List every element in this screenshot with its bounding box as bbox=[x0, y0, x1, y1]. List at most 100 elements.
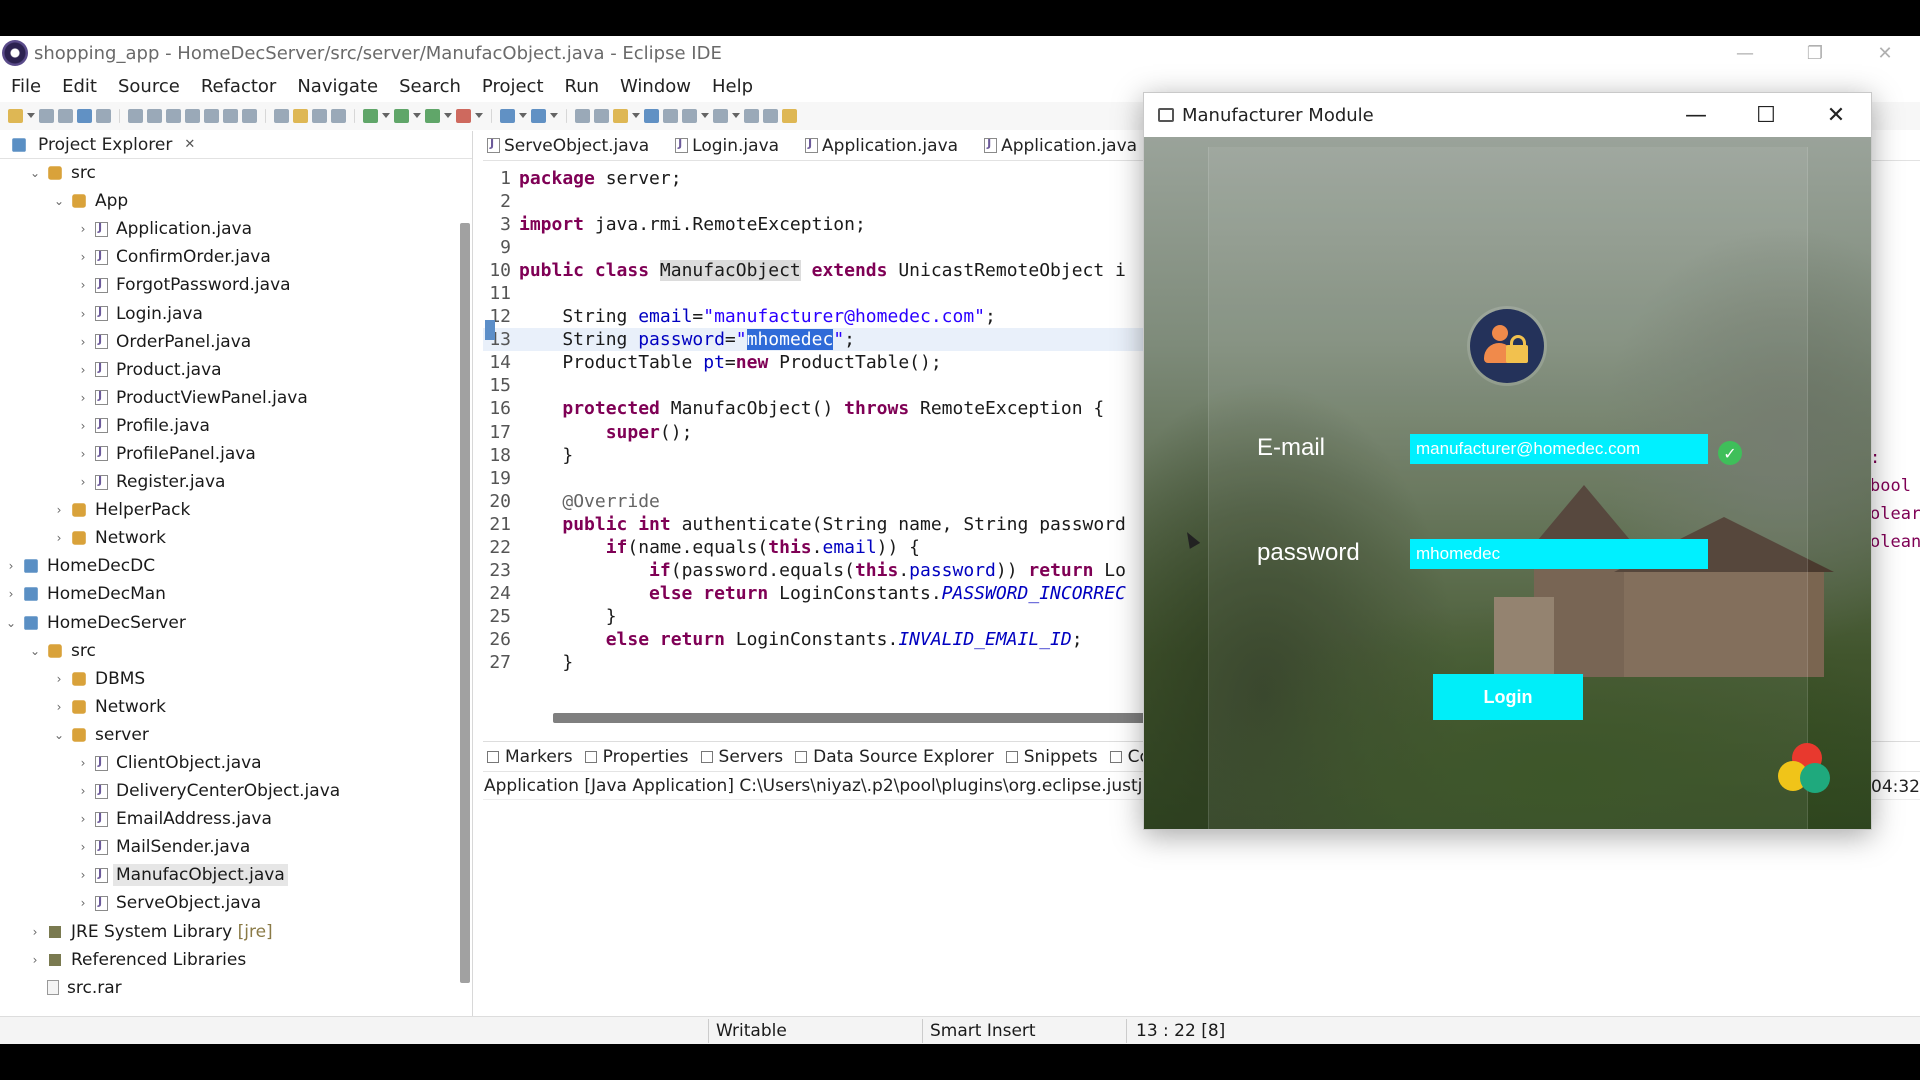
menu-navigate[interactable]: Navigate bbox=[286, 76, 388, 97]
save-icon[interactable] bbox=[39, 109, 54, 123]
tree-item[interactable]: › JRE System Library [jre] bbox=[0, 918, 472, 946]
minimize-icon[interactable]: — bbox=[1661, 93, 1731, 137]
chevron-down-icon[interactable] bbox=[632, 113, 640, 119]
save-all-icon[interactable] bbox=[58, 109, 73, 123]
next-annotation-icon[interactable] bbox=[682, 109, 697, 123]
tree-item[interactable]: › ConfirmOrder.java bbox=[0, 243, 472, 271]
tab-serveobject[interactable]: ServeObject.java bbox=[483, 136, 671, 156]
chevron-down-icon[interactable]: ⌄ bbox=[4, 616, 18, 630]
chevron-right-icon[interactable]: › bbox=[4, 587, 18, 601]
tab-snippets[interactable]: Snippets bbox=[1002, 747, 1106, 767]
tab-servers[interactable]: Servers bbox=[697, 747, 792, 767]
tab-data-source-explorer[interactable]: Data Source Explorer bbox=[791, 747, 1002, 767]
tree-item[interactable]: ⌄ src bbox=[0, 637, 472, 665]
tree-item[interactable]: ⌄ HomeDecServer bbox=[0, 609, 472, 637]
chevron-down-icon[interactable]: ⌄ bbox=[28, 166, 42, 180]
chevron-right-icon[interactable]: › bbox=[52, 672, 66, 686]
search-icon[interactable] bbox=[613, 109, 628, 123]
step-over-icon[interactable] bbox=[223, 109, 238, 123]
menu-project[interactable]: Project bbox=[471, 76, 554, 97]
open-type-icon[interactable] bbox=[575, 109, 590, 123]
tab-properties[interactable]: Properties bbox=[581, 747, 697, 767]
run-icon[interactable] bbox=[394, 109, 409, 123]
tree-item[interactable]: › EmailAddress.java bbox=[0, 805, 472, 833]
tree-item[interactable]: ⌄ App bbox=[0, 187, 472, 215]
tree-item[interactable]: › ClientObject.java bbox=[0, 749, 472, 777]
chevron-down-icon[interactable]: ⌄ bbox=[28, 644, 42, 658]
resume-icon[interactable] bbox=[128, 109, 143, 123]
close-icon[interactable]: ✕ bbox=[184, 137, 195, 152]
tree-item[interactable]: › ManufacObject.java bbox=[0, 861, 472, 889]
tab-project-explorer[interactable]: Project Explorer ✕ bbox=[6, 135, 195, 155]
menu-window[interactable]: Window bbox=[609, 76, 701, 97]
chevron-right-icon[interactable]: › bbox=[76, 222, 90, 236]
word-wrap-icon[interactable] bbox=[312, 109, 327, 123]
menu-search[interactable]: Search bbox=[388, 76, 471, 97]
tree-item[interactable]: › Network bbox=[0, 524, 472, 552]
last-edit-icon[interactable] bbox=[782, 109, 797, 123]
chevron-right-icon[interactable]: › bbox=[76, 756, 90, 770]
chevron-right-icon[interactable]: › bbox=[52, 700, 66, 714]
chevron-down-icon[interactable] bbox=[413, 113, 421, 119]
mark-occurrences-icon[interactable] bbox=[293, 109, 308, 123]
chevron-right-icon[interactable]: › bbox=[76, 447, 90, 461]
coverage-icon[interactable] bbox=[425, 109, 440, 123]
chevron-right-icon[interactable]: › bbox=[52, 503, 66, 517]
tree-item[interactable]: › ProfilePanel.java bbox=[0, 440, 472, 468]
debug-icon[interactable] bbox=[363, 109, 378, 123]
tree-item[interactable]: › HomeDecDC bbox=[0, 552, 472, 580]
chevron-right-icon[interactable]: › bbox=[76, 391, 90, 405]
chevron-right-icon[interactable]: › bbox=[76, 419, 90, 433]
menu-help[interactable]: Help bbox=[701, 76, 763, 97]
forward-icon[interactable] bbox=[763, 109, 778, 123]
new-java-project-icon[interactable] bbox=[500, 109, 515, 123]
chevron-down-icon[interactable] bbox=[475, 113, 483, 119]
tree-item[interactable]: › HomeDecMan bbox=[0, 580, 472, 608]
chevron-right-icon[interactable]: › bbox=[76, 278, 90, 292]
tree-item[interactable]: › ProductViewPanel.java bbox=[0, 384, 472, 412]
chevron-down-icon[interactable] bbox=[27, 113, 35, 119]
chevron-down-icon[interactable]: ⌄ bbox=[52, 728, 66, 742]
chevron-right-icon[interactable]: › bbox=[52, 531, 66, 545]
menu-file[interactable]: File bbox=[0, 76, 51, 97]
code-area[interactable]: 1 package server; 2 3 import java.rmi.Remo… bbox=[483, 167, 1143, 674]
chevron-down-icon[interactable]: ⌄ bbox=[52, 194, 66, 208]
tree-item[interactable]: › Product.java bbox=[0, 356, 472, 384]
chevron-right-icon[interactable]: › bbox=[28, 925, 42, 939]
suspend-icon[interactable] bbox=[147, 109, 162, 123]
menu-refactor[interactable]: Refactor bbox=[190, 76, 287, 97]
tree-item[interactable]: src.rar bbox=[0, 974, 472, 1002]
tree-item[interactable]: › MailSender.java bbox=[0, 833, 472, 861]
menu-source[interactable]: Source bbox=[107, 76, 190, 97]
tree-item[interactable]: › OrderPanel.java bbox=[0, 328, 472, 356]
chevron-right-icon[interactable]: › bbox=[76, 812, 90, 826]
chevron-right-icon[interactable]: › bbox=[76, 363, 90, 377]
skip-breakpoints-icon[interactable] bbox=[96, 109, 111, 123]
minimize-icon[interactable]: — bbox=[1710, 36, 1780, 70]
chevron-right-icon[interactable]: › bbox=[76, 896, 90, 910]
globe-icon[interactable] bbox=[644, 109, 659, 123]
tree-item[interactable]: › DeliveryCenterObject.java bbox=[0, 777, 472, 805]
close-icon[interactable]: ✕ bbox=[1801, 93, 1871, 137]
tab-login[interactable]: Login.java bbox=[671, 136, 801, 156]
tree-item[interactable]: › ForgotPassword.java bbox=[0, 271, 472, 299]
tree-item[interactable]: › Profile.java bbox=[0, 412, 472, 440]
login-button[interactable]: Login bbox=[1433, 674, 1583, 720]
chevron-down-icon[interactable] bbox=[382, 113, 390, 119]
chevron-right-icon[interactable]: › bbox=[28, 953, 42, 967]
chevron-right-icon[interactable]: › bbox=[4, 559, 18, 573]
tree-item[interactable]: › Referenced Libraries bbox=[0, 946, 472, 974]
chevron-right-icon[interactable]: › bbox=[76, 840, 90, 854]
new-icon[interactable] bbox=[8, 109, 23, 123]
tree-item[interactable]: › Register.java bbox=[0, 468, 472, 496]
tree-item[interactable]: ⌄ server bbox=[0, 721, 472, 749]
tree-item[interactable]: › Login.java bbox=[0, 299, 472, 327]
back-icon[interactable] bbox=[744, 109, 759, 123]
tree-item[interactable]: › Application.java bbox=[0, 215, 472, 243]
chevron-down-icon[interactable] bbox=[444, 113, 452, 119]
chevron-right-icon[interactable]: › bbox=[76, 250, 90, 264]
menu-run[interactable]: Run bbox=[554, 76, 610, 97]
tab-application[interactable]: Application.java bbox=[801, 136, 980, 156]
chevron-right-icon[interactable]: › bbox=[76, 784, 90, 798]
step-into-icon[interactable] bbox=[204, 109, 219, 123]
